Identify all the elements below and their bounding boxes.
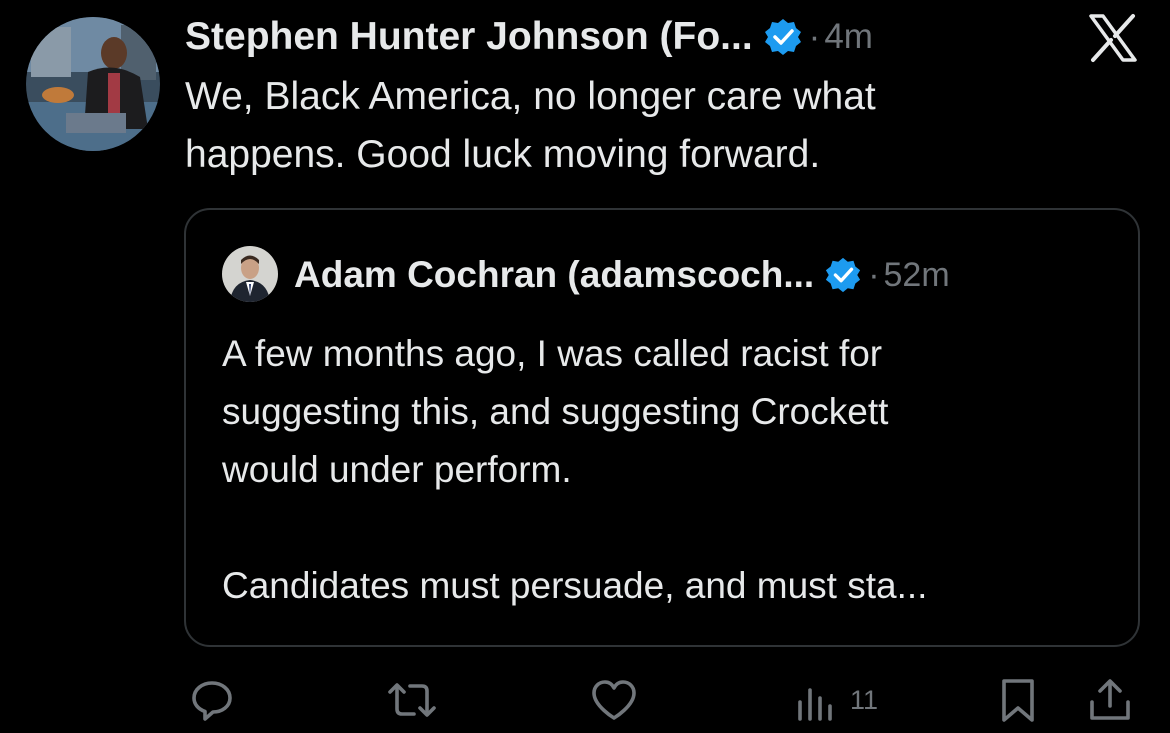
quote-header: Adam Cochran (adamscoch... · 52m <box>294 250 950 300</box>
retweet-icon <box>388 683 436 717</box>
action-bar: 11 <box>0 670 1170 730</box>
share-icon <box>1090 679 1130 720</box>
like-icon <box>592 680 636 720</box>
verified-icon <box>763 17 803 57</box>
views-button[interactable]: 11 <box>796 674 878 726</box>
share-button[interactable] <box>1086 674 1134 726</box>
x-logo-icon <box>1083 8 1143 68</box>
quote-text-truncated: Candidates must persuade, and must sta..… <box>222 565 928 606</box>
bookmark-button[interactable] <box>996 674 1040 726</box>
quote-author-avatar <box>222 246 278 302</box>
verified-icon <box>824 256 862 294</box>
tweet-header: Stephen Hunter Johnson (Fo... · 4m <box>185 12 873 62</box>
quoted-tweet-card[interactable]: Adam Cochran (adamscoch... · 52m A few m… <box>184 208 1140 647</box>
author-avatar[interactable] <box>26 17 160 151</box>
quote-author-name[interactable]: Adam Cochran (adamscoch... <box>294 254 814 296</box>
views-icon <box>798 688 832 721</box>
reply-icon <box>192 681 232 721</box>
time-separator: · <box>808 17 821 56</box>
quote-time[interactable]: 52m <box>884 256 950 295</box>
author-name[interactable]: Stephen Hunter Johnson (Fo... <box>185 15 753 59</box>
quote-text: A few months ago, I was called racist fo… <box>222 333 889 490</box>
like-button[interactable] <box>589 674 639 726</box>
quote-time-separator: · <box>868 255 880 294</box>
bookmark-icon <box>1002 679 1034 722</box>
tweet-text: We, Black America, no longer care what h… <box>185 75 876 176</box>
tweet-time[interactable]: 4m <box>824 17 873 57</box>
views-count: 11 <box>850 684 879 715</box>
reply-button[interactable] <box>188 674 236 726</box>
retweet-button[interactable] <box>384 674 440 726</box>
